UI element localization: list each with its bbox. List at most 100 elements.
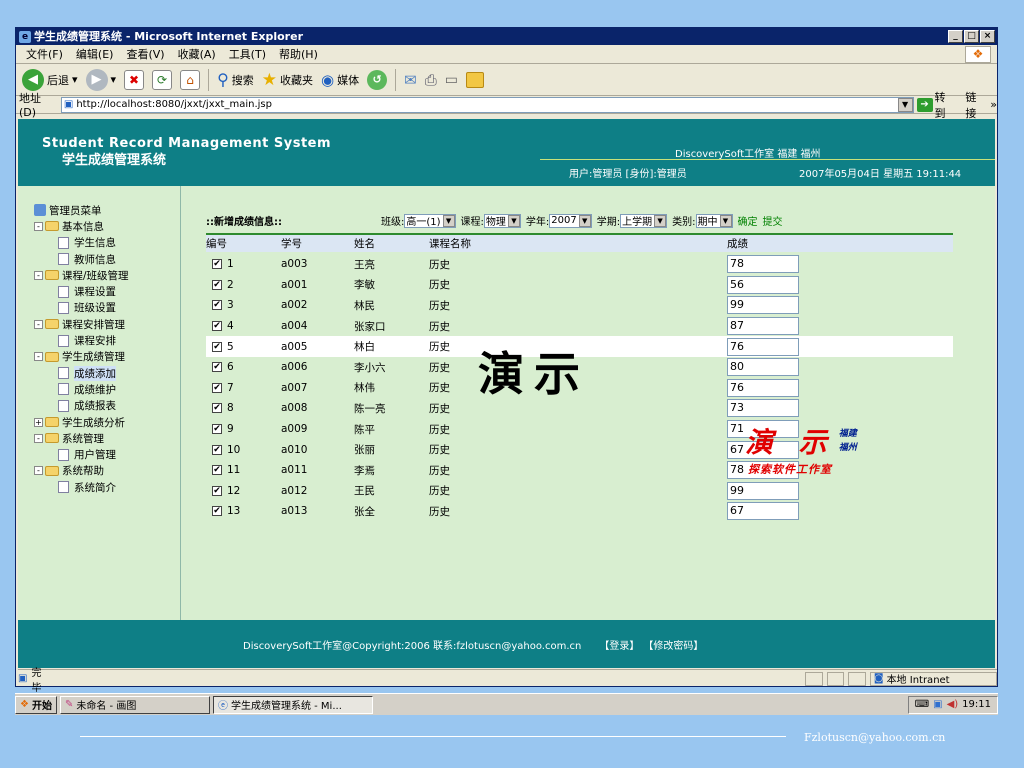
media-button[interactable]: ◉ 媒体 — [321, 71, 359, 89]
collapse-icon[interactable]: - — [34, 319, 43, 329]
row-checkbox[interactable]: ✔ — [212, 485, 222, 496]
edit-icon[interactable]: ▭ — [445, 72, 458, 88]
menu-tools[interactable]: 工具(T) — [229, 46, 266, 62]
app-footer: DiscoverySoft工作室@Copyright:2006 联系:fzlot… — [18, 620, 995, 668]
row-name: 王民 — [354, 485, 375, 498]
refresh-icon[interactable]: ⟳ — [152, 69, 173, 90]
sidebar-item[interactable]: - 基本信息 — [34, 218, 129, 234]
volume-icon[interactable]: ◀) — [947, 699, 959, 710]
history-icon[interactable]: ↺ — [367, 69, 388, 90]
term-value: 上学期 — [622, 217, 653, 228]
stop-icon[interactable]: ✖ — [124, 69, 145, 90]
row-checkbox[interactable]: ✔ — [212, 506, 222, 517]
sidebar-item[interactable]: - 系统帮助 — [34, 463, 129, 479]
row-checkbox[interactable]: ✔ — [212, 259, 222, 270]
sidebar-item[interactable]: 成绩维护 — [34, 381, 129, 397]
sidebar-item[interactable]: 学生信息 — [34, 235, 129, 251]
score-input[interactable]: 76 — [727, 378, 799, 397]
row-checkbox[interactable]: ✔ — [212, 279, 222, 290]
chevron-right-icon[interactable]: » — [990, 98, 997, 111]
expand-icon[interactable]: + — [34, 417, 43, 427]
row-no-cell: ✔ 2 — [206, 279, 281, 291]
forward-button[interactable]: ▶ ▾ — [85, 68, 116, 91]
collapse-icon[interactable]: - — [34, 352, 43, 362]
change-password-link[interactable]: 【修改密码】 — [643, 637, 703, 652]
menu-help[interactable]: 帮助(H) — [279, 46, 318, 62]
row-checkbox[interactable]: ✔ — [212, 465, 222, 476]
submit-link[interactable]: 提交 — [763, 213, 783, 228]
taskbar-paint[interactable]: ✎ 未命名 - 画图 — [59, 695, 210, 714]
folder-icon — [45, 221, 59, 232]
menu-file[interactable]: 文件(F) — [26, 46, 63, 62]
login-link[interactable]: 【登录】 — [599, 637, 639, 652]
keyboard-icon[interactable]: ⌨ — [915, 699, 929, 710]
print-icon[interactable]: ⎙ — [425, 71, 437, 89]
term-select[interactable]: 上学期 ▼ — [620, 213, 668, 228]
tree-root[interactable]: 管理员菜单 — [34, 202, 129, 218]
row-checkbox[interactable]: ✔ — [212, 403, 222, 414]
links-button[interactable]: 链接 — [965, 89, 987, 121]
menu-edit[interactable]: 编辑(E) — [76, 46, 114, 62]
sidebar-item[interactable]: 用户管理 — [34, 446, 129, 462]
collapse-icon[interactable]: - — [34, 270, 43, 280]
row-score-cell: 99 — [727, 481, 953, 500]
back-button[interactable]: ◀ 后退 ▾ — [22, 68, 78, 91]
page-icon — [58, 367, 69, 380]
favorites-button[interactable]: ★ 收藏夹 — [262, 70, 313, 90]
sidebar-item[interactable]: - 学生成绩管理 — [34, 349, 129, 365]
ie-icon: ⓔ — [217, 701, 228, 712]
network-icon[interactable]: ▣ — [933, 699, 942, 710]
row-checkbox[interactable]: ✔ — [212, 424, 222, 435]
search-button[interactable]: ⚲ 搜索 — [217, 70, 254, 89]
collapse-icon[interactable]: - — [34, 221, 43, 231]
sidebar-item[interactable]: 课程设置 — [34, 283, 129, 299]
close-button[interactable]: × — [980, 30, 995, 43]
class-select[interactable]: 高一(1) ▼ — [404, 213, 456, 228]
row-checkbox[interactable]: ✔ — [212, 300, 222, 311]
confirm-link[interactable]: 确定 — [738, 213, 758, 228]
address-dropdown-icon[interactable]: ▼ — [897, 97, 913, 112]
sidebar-item[interactable]: 成绩添加 — [34, 365, 129, 381]
sidebar-item[interactable]: 系统简介 — [34, 479, 129, 495]
minimize-button[interactable]: _ — [948, 30, 963, 43]
mail-icon[interactable]: ✉ — [404, 71, 417, 89]
score-input[interactable]: 80 — [727, 358, 799, 377]
row-checkbox[interactable]: ✔ — [212, 341, 222, 352]
sidebar-item[interactable]: - 课程安排管理 — [34, 316, 129, 332]
address-input[interactable]: ▣ http://localhost:8080/jxxt/jxxt_main.j… — [60, 96, 914, 113]
row-checkbox[interactable]: ✔ — [212, 444, 222, 455]
course-select[interactable]: 物理 ▼ — [483, 213, 521, 228]
start-button[interactable]: ❖ 开始 — [15, 695, 57, 714]
sidebar-item[interactable]: 课程安排 — [34, 332, 129, 348]
row-checkbox[interactable]: ✔ — [212, 362, 222, 373]
sidebar-item[interactable]: 教师信息 — [34, 251, 129, 267]
year-select[interactable]: 2007 ▼ — [549, 213, 592, 228]
sidebar-item[interactable]: + 学生成绩分析 — [34, 414, 129, 430]
score-input[interactable]: 87 — [727, 317, 799, 336]
score-input[interactable]: 99 — [727, 296, 799, 315]
collapse-icon[interactable]: - — [34, 466, 43, 476]
taskbar-browser[interactable]: ⓔ 学生成绩管理系统 - Mi... — [212, 695, 373, 714]
score-input[interactable]: 99 — [727, 481, 799, 500]
score-input[interactable]: 67 — [727, 502, 799, 521]
sidebar-item[interactable]: 班级设置 — [34, 300, 129, 316]
row-checkbox[interactable]: ✔ — [212, 321, 222, 332]
folder-icon[interactable] — [465, 71, 484, 88]
maximize-button[interactable]: □ — [964, 30, 979, 43]
sidebar-item[interactable]: 成绩报表 — [34, 398, 129, 414]
collapse-icon[interactable]: - — [34, 433, 43, 443]
menu-view[interactable]: 查看(V) — [126, 46, 164, 62]
title-bar[interactable]: e 学生成绩管理系统 - Microsoft Internet Explorer… — [16, 28, 997, 45]
type-select[interactable]: 期中 ▼ — [695, 213, 733, 228]
score-input[interactable]: 73 — [727, 399, 799, 418]
sidebar-item[interactable]: - 系统管理 — [34, 430, 129, 446]
score-input[interactable]: 78 — [727, 255, 799, 274]
score-input[interactable]: 76 — [727, 337, 799, 356]
row-course: 历史 — [429, 279, 450, 292]
menu-favorites[interactable]: 收藏(A) — [178, 46, 216, 62]
home-icon[interactable]: ⌂ — [180, 69, 201, 90]
row-checkbox[interactable]: ✔ — [212, 382, 222, 393]
go-button[interactable]: ➔ 转到 — [916, 89, 957, 121]
sidebar-item[interactable]: - 课程/班级管理 — [34, 267, 129, 283]
score-input[interactable]: 56 — [727, 275, 799, 294]
